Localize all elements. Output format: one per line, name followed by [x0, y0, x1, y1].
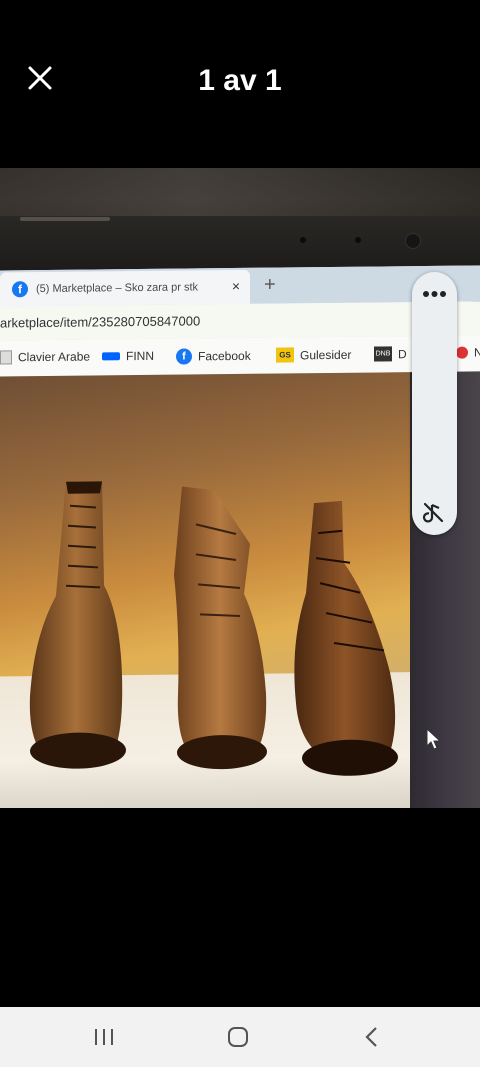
tab-close-icon: ×: [231, 277, 240, 295]
bookmarks-bar: Clavier Arabe FINN f Facebook GS Gulesid…: [0, 335, 480, 378]
browser-tab-bar: f (5) Marketplace – Sko zara pr stk × +: [0, 265, 480, 307]
system-navigation-bar: [0, 1007, 480, 1067]
facebook-icon: f: [176, 348, 192, 365]
laptop-bezel: [0, 216, 480, 270]
tab-title: (5) Marketplace – Sko zara pr stk: [36, 281, 199, 296]
sound-off-icon: [422, 502, 444, 523]
laptop-screen: f (5) Marketplace – Sko zara pr stk × + …: [0, 265, 480, 808]
facebook-icon: f: [12, 281, 28, 298]
more-horizontal-icon: [423, 291, 446, 297]
bookmark-finn: FINN: [102, 349, 154, 364]
finn-icon: [102, 352, 120, 361]
home-button[interactable]: [218, 1021, 258, 1053]
mouse-cursor-icon: [426, 728, 442, 750]
new-tab-icon: +: [264, 273, 276, 296]
image-counter: 1 av 1: [198, 64, 282, 97]
dnb-icon: DNB: [374, 346, 392, 362]
floating-side-panel: [412, 272, 457, 535]
back-icon: [365, 1027, 377, 1047]
photo[interactable]: f (5) Marketplace – Sko zara pr stk × + …: [0, 168, 480, 808]
bookmark-dnb: DNB D: [374, 346, 407, 362]
viewer-top-bar: 1 av 1: [0, 0, 480, 168]
more-options-button[interactable]: [420, 282, 449, 306]
page-icon: [0, 350, 12, 365]
gulesider-icon: GS: [276, 347, 294, 363]
sound-toggle-button[interactable]: [420, 498, 449, 527]
boot-left: [29, 481, 126, 769]
boot-right: [294, 500, 398, 776]
bookmark-facebook: f Facebook: [176, 348, 251, 365]
back-button[interactable]: [352, 1021, 392, 1053]
boot-middle: [174, 486, 267, 770]
recent-apps-icon: [95, 1029, 113, 1045]
bookmark-n: N: [456, 345, 480, 359]
room-shadow: [0, 168, 480, 218]
listing-photo: [0, 372, 410, 808]
boots-image: [29, 481, 398, 776]
browser-tab: f (5) Marketplace – Sko zara pr stk ×: [0, 269, 250, 307]
home-icon: [228, 1027, 248, 1047]
recent-apps-button[interactable]: [84, 1021, 124, 1053]
url-text: arketplace/item/235280705847000: [0, 313, 201, 331]
bookmark-gulesider: GS Gulesider: [276, 347, 351, 363]
n-icon: [456, 346, 468, 359]
bookmark-clavier-arabe: Clavier Arabe: [0, 350, 90, 365]
